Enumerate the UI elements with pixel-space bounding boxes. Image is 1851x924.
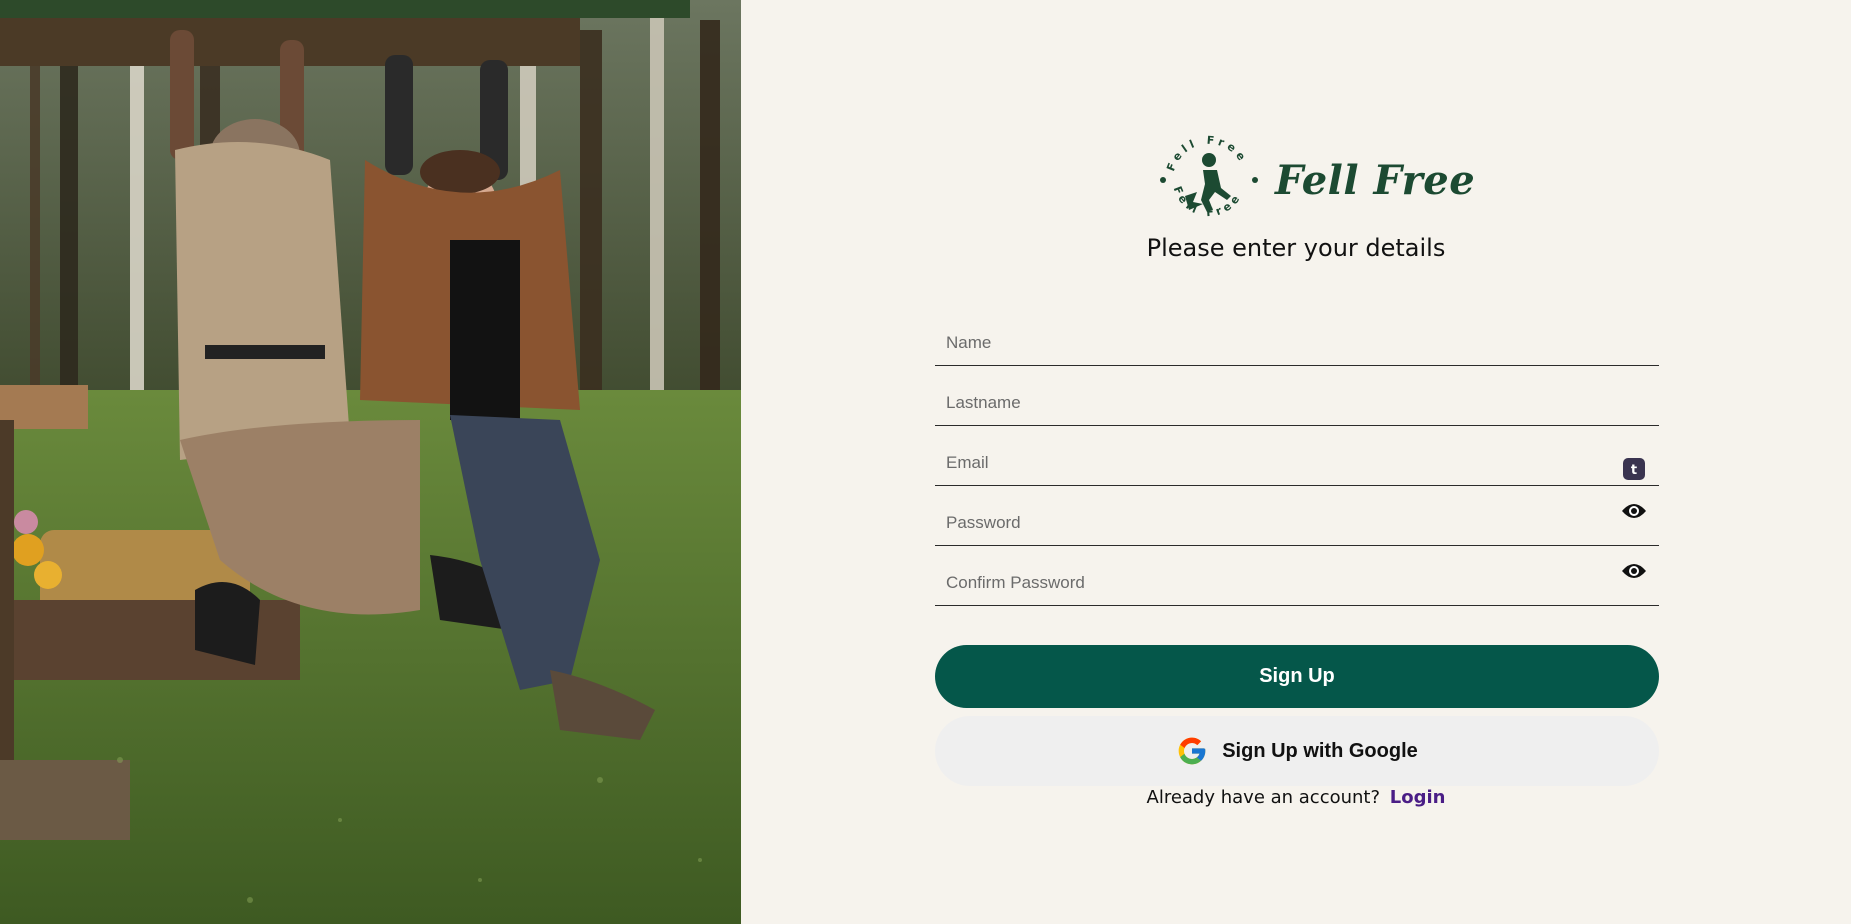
google-signup-button[interactable]: Sign Up with Google <box>935 716 1659 786</box>
hero-photo-illustration <box>0 0 741 924</box>
email-input[interactable] <box>935 441 1659 485</box>
eye-icon <box>1622 504 1646 518</box>
brand-logo: Fell Free Fell Free Fell Free <box>1155 126 1475 234</box>
name-input[interactable] <box>935 321 1659 365</box>
login-prompt-text: Already have an account? <box>1146 787 1381 808</box>
password-visibility-toggle[interactable] <box>1621 498 1647 524</box>
signup-page: Fell Free Fell Free Fell Free Please ent… <box>0 0 1851 924</box>
password-field <box>935 486 1659 546</box>
google-signup-label: Sign Up with Google <box>1222 739 1418 762</box>
eye-icon <box>1622 564 1646 578</box>
hero-photo <box>0 0 741 924</box>
google-icon <box>1178 737 1206 765</box>
form-subtitle: Please enter your details <box>1146 234 1446 262</box>
signup-button[interactable]: Sign Up <box>935 645 1659 708</box>
name-field <box>935 306 1659 366</box>
signup-form: t <box>935 306 1659 606</box>
confirm-password-input[interactable] <box>935 561 1659 605</box>
email-field: t <box>935 426 1659 486</box>
signup-panel: Fell Free Fell Free Fell Free Please ent… <box>741 0 1851 924</box>
brand-badge-icon: Fell Free Fell Free <box>1160 134 1258 219</box>
autofill-extension-icon[interactable]: t <box>1621 456 1647 482</box>
login-link[interactable]: Login <box>1390 787 1446 808</box>
brand-name: Fell Free <box>1275 156 1476 204</box>
login-prompt: Already have an account? Login <box>741 787 1851 808</box>
password-input[interactable] <box>935 501 1659 545</box>
confirm-password-visibility-toggle[interactable] <box>1621 558 1647 584</box>
lastname-input[interactable] <box>935 381 1659 425</box>
confirm-password-field <box>935 546 1659 606</box>
svg-text:t: t <box>1631 463 1637 478</box>
lastname-field <box>935 366 1659 426</box>
